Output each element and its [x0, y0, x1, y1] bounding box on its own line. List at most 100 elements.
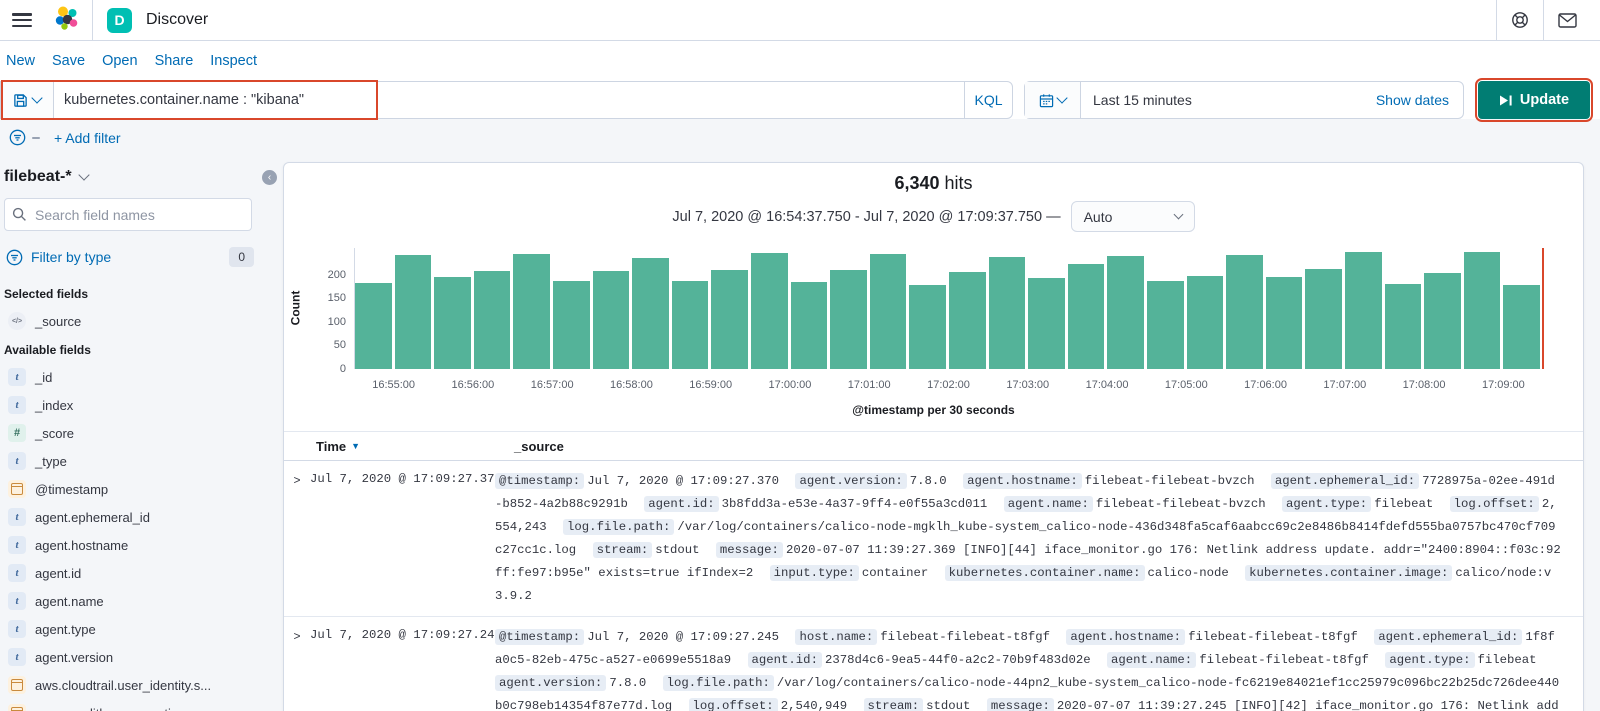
x-axis-tick: 17:02:00 — [927, 379, 970, 391]
filter-icon[interactable] — [9, 129, 26, 146]
histogram-bar[interactable] — [355, 282, 392, 369]
available-fields-list: t _id t _index # _score t _type @timestamp t agent… — [4, 363, 266, 711]
x-axis-title: @timestamp per 30 seconds — [852, 403, 1015, 417]
field-value: stdout — [926, 699, 971, 711]
histogram-bar[interactable] — [711, 270, 748, 369]
hits-count: 6,340 — [894, 173, 940, 193]
field-name-chip: log.file.path: — [563, 519, 675, 535]
field-item-agent.version[interactable]: t agent.version — [4, 643, 266, 671]
field-name-chip: message: — [715, 542, 783, 558]
query-language-button[interactable]: KQL — [964, 82, 1012, 118]
field-item-@timestamp[interactable]: @timestamp — [4, 475, 266, 503]
field-name-chip: agent.name: — [1003, 496, 1093, 512]
histogram-bar[interactable] — [632, 258, 669, 369]
update-button[interactable]: Update — [1475, 78, 1593, 122]
expand-row-icon[interactable]: > — [284, 470, 310, 608]
histogram-bar[interactable] — [1107, 256, 1144, 369]
histogram-bar[interactable] — [473, 271, 511, 369]
histogram-bar[interactable] — [553, 280, 590, 369]
chevron-down-icon — [1173, 209, 1184, 220]
histogram-bar[interactable] — [949, 272, 986, 369]
add-filter-button[interactable]: + Add filter — [54, 130, 121, 146]
field-value: stdout — [655, 543, 700, 557]
histogram-bar[interactable] — [394, 255, 432, 369]
histogram-bar[interactable] — [1305, 269, 1342, 369]
field-item-azure.auditlogs.properties.ac...[interactable]: azure.auditlogs.properties.ac... — [4, 699, 266, 711]
histogram-bar[interactable] — [869, 254, 907, 369]
query-input[interactable] — [54, 82, 964, 118]
histogram-bar[interactable] — [1503, 285, 1540, 369]
histogram-bar[interactable] — [434, 277, 471, 369]
field-item-_id[interactable]: t _id — [4, 363, 266, 391]
collapse-sidebar-button[interactable]: ‹ — [262, 170, 277, 185]
field-item-_type[interactable]: t _type — [4, 447, 266, 475]
histogram-bar[interactable] — [1226, 254, 1263, 369]
filter-icon — [6, 249, 23, 265]
field-name-chip: agent.type: — [1282, 496, 1372, 512]
histogram-bar[interactable] — [1186, 275, 1224, 369]
field-item-agent.name[interactable]: t agent.name — [4, 587, 266, 615]
expand-row-icon[interactable]: > — [284, 626, 310, 711]
field-item-agent.ephemeral_id[interactable]: t agent.ephemeral_id — [4, 503, 266, 531]
help-icon[interactable] — [1497, 0, 1543, 41]
field-item-_score[interactable]: # _score — [4, 419, 266, 447]
histogram-plot-area[interactable] — [354, 248, 1544, 369]
histogram-bar[interactable] — [513, 253, 550, 369]
histogram-bar[interactable] — [909, 285, 946, 369]
table-row: > Jul 7, 2020 @ 17:09:27.370 @timestamp: Ju… — [284, 461, 1583, 617]
histogram-bar[interactable] — [1384, 283, 1422, 369]
menu-icon[interactable] — [12, 13, 32, 27]
saved-query-menu-button[interactable] — [1, 82, 54, 118]
histogram-bar[interactable] — [790, 281, 828, 369]
show-dates-button[interactable]: Show dates — [1376, 82, 1463, 118]
histogram-bar[interactable] — [1028, 278, 1065, 369]
index-pattern-select[interactable]: filebeat-* — [4, 166, 266, 198]
nav-link-share[interactable]: Share — [155, 53, 194, 69]
time-column-label: Time — [316, 438, 347, 454]
search-field-names-input[interactable] — [4, 198, 252, 231]
histogram-bar[interactable] — [1424, 272, 1461, 369]
field-item-aws.cloudtrail.user_identity.s...[interactable]: aws.cloudtrail.user_identity.s... — [4, 671, 266, 699]
query-bar: KQL — [0, 81, 1013, 119]
histogram-bar[interactable] — [1463, 252, 1501, 369]
field-item-_index[interactable]: t _index — [4, 391, 266, 419]
field-value: calico-node — [1147, 566, 1229, 580]
time-column-header[interactable]: Time ▼ — [316, 439, 501, 454]
row-time-cell: Jul 7, 2020 @ 17:09:27.245 — [310, 628, 502, 642]
histogram-bar[interactable] — [988, 257, 1026, 369]
nav-link-new[interactable]: New — [6, 53, 35, 69]
field-item-agent.id[interactable]: t agent.id — [4, 559, 266, 587]
histogram-bar[interactable] — [592, 271, 630, 369]
field-name-chip: kubernetes.container.name: — [944, 565, 1145, 581]
index-pattern-name: filebeat-* — [4, 168, 72, 185]
nav-link-open[interactable]: Open — [102, 53, 137, 69]
fields-sidebar: filebeat-* Filter by type 0 Selected fie… — [0, 166, 272, 711]
field-item-agent.hostname[interactable]: t agent.hostname — [4, 531, 266, 559]
field-item-_source[interactable]: </> _source — [4, 307, 266, 335]
field-name: azure.auditlogs.properties.ac... — [35, 706, 213, 711]
string-field-type-icon: t — [8, 508, 26, 526]
discover-app-icon[interactable]: D — [107, 7, 132, 33]
histogram-bar[interactable] — [1147, 281, 1184, 369]
histogram-bar[interactable] — [671, 281, 709, 369]
sort-descending-icon: ▼ — [351, 441, 361, 451]
histogram-bar[interactable] — [1345, 252, 1382, 369]
date-picker-calendar-button[interactable] — [1025, 82, 1081, 118]
filter-by-type-button[interactable]: Filter by type — [31, 249, 111, 265]
filter-count-badge: 0 — [229, 247, 254, 267]
field-name-chip: host.name: — [795, 629, 878, 645]
histogram-bar[interactable] — [751, 253, 788, 369]
histogram-bar[interactable] — [1265, 276, 1303, 369]
histogram-bar[interactable] — [830, 269, 867, 369]
time-range-value[interactable]: Last 15 minutes — [1081, 82, 1192, 118]
field-name-chip: stream: — [592, 542, 653, 558]
row-source-cell: @timestamp: Jul 7, 2020 @ 17:09:27.245 ho… — [495, 626, 1583, 711]
x-axis-tick: 16:57:00 — [530, 379, 574, 391]
nav-link-save[interactable]: Save — [52, 53, 85, 69]
histogram-bar[interactable] — [1067, 264, 1105, 369]
string-field-type-icon: t — [8, 620, 26, 638]
interval-select[interactable]: Auto — [1070, 201, 1195, 232]
newsfeed-mail-icon[interactable] — [1544, 0, 1590, 41]
nav-link-inspect[interactable]: Inspect — [210, 53, 257, 69]
field-item-agent.type[interactable]: t agent.type — [4, 615, 266, 643]
